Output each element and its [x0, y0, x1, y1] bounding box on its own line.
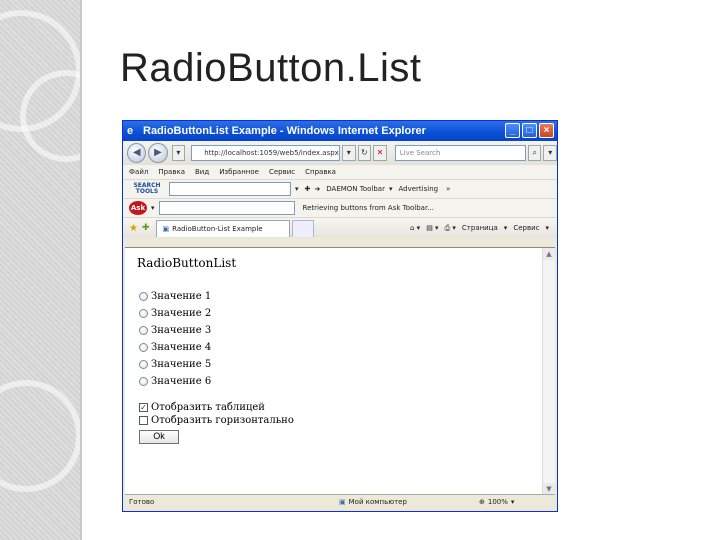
status-text: Готово [129, 498, 155, 506]
slide-title: RadioButton.List [120, 46, 422, 90]
menu-favorites[interactable]: Избранное [219, 168, 259, 176]
radio-label: Значение 2 [151, 308, 212, 319]
page-menu-arrow-icon[interactable]: ▾ [504, 224, 508, 232]
address-row: ◀ ▶ ▾ http://localhost:1059/web5/index.a… [123, 141, 558, 165]
address-input[interactable]: http://localhost:1059/web5/index.aspx [191, 145, 341, 161]
radio-label: Значение 4 [151, 342, 212, 353]
radio-item[interactable]: Значение 6 [139, 373, 211, 390]
stop-icon[interactable]: ✕ [373, 145, 387, 161]
ask-status-text: Retrieving buttons from Ask Toolbar... [302, 204, 434, 212]
radio-button[interactable] [139, 360, 148, 369]
page-menu[interactable]: Страница [462, 224, 498, 232]
radio-item[interactable]: Значение 4 [139, 339, 211, 356]
window-title: RadioButtonList Example - Windows Intern… [143, 125, 426, 137]
add-favorite-icon[interactable]: ✚ [142, 223, 150, 233]
toolbar-arrow-icon[interactable]: ▾ [295, 185, 299, 193]
window-titlebar[interactable]: e RadioButtonList Example - Windows Inte… [123, 121, 557, 141]
menu-tools[interactable]: Сервис [269, 168, 295, 176]
slide-decoration [0, 0, 80, 540]
checkbox-unchecked[interactable] [139, 416, 148, 425]
zoom-icon: ⊕ [479, 498, 485, 506]
radio-button[interactable] [139, 326, 148, 335]
radio-label: Значение 1 [151, 291, 212, 302]
menu-edit[interactable]: Правка [158, 168, 185, 176]
zone-label: Мой компьютер [348, 498, 407, 506]
forward-button[interactable]: ▶ [148, 143, 168, 163]
search-toolbar: SEARCH TOOLS ▾ ✚ ➜ DAEMON Toolbar ▾ Adve… [123, 179, 557, 198]
radio-item[interactable]: Значение 3 [139, 322, 211, 339]
menu-file[interactable]: Файл [129, 168, 148, 176]
tab-radiobuttonlist[interactable]: ▣ RadioButton-List Example [155, 219, 290, 237]
toolbar-pin-icon[interactable]: ✚ [305, 185, 311, 193]
menu-help[interactable]: Справка [305, 168, 336, 176]
page-content: RadioButtonList Значение 1 Значение 2 Зн… [125, 247, 555, 495]
vertical-scrollbar[interactable]: ▲ ▼ [542, 248, 555, 495]
history-dropdown[interactable]: ▾ [171, 145, 186, 161]
favorites-star-icon[interactable]: ★ [129, 223, 138, 234]
toolbar-badge: SEARCH TOOLS [133, 182, 161, 195]
radio-button[interactable] [139, 292, 148, 301]
tab-label: RadioButton-List Example [172, 224, 263, 233]
back-button[interactable]: ◀ [127, 143, 147, 163]
search-icon[interactable]: ⌕ [527, 145, 542, 161]
radio-list: Значение 1 Значение 2 Значение 3 Значени… [139, 288, 211, 390]
minimize-button[interactable]: _ [505, 123, 520, 138]
zoom-level: 100% [487, 498, 508, 506]
page-icon: ▣ [162, 224, 170, 233]
radio-button[interactable] [139, 309, 148, 318]
radio-button[interactable] [139, 377, 148, 386]
checkbox-table[interactable]: ✓ Отобразить таблицей [139, 401, 294, 414]
radio-button[interactable] [139, 343, 148, 352]
radio-item[interactable]: Значение 1 [139, 288, 211, 305]
tab-row: ★ ✚ ▣ RadioButton-List Example ⌂ ▾ ▤ ▾ ⎙… [123, 217, 557, 238]
toolbar-more-icon[interactable]: » [446, 185, 450, 193]
radio-item[interactable]: Значение 2 [139, 305, 211, 322]
maximize-button[interactable]: □ [522, 123, 537, 138]
option-checkboxes: ✓ Отобразить таблицей Отобразить горизонт… [139, 401, 294, 427]
ie-icon: e [127, 125, 134, 137]
slide-divider [80, 0, 82, 540]
toolbar-dropdown-icon[interactable]: ▾ [389, 185, 393, 193]
zoom-control[interactable]: ⊕ 100% ▾ [479, 498, 514, 506]
refresh-icon[interactable]: ↻ [357, 145, 372, 161]
status-bar: Готово ▣ Мой компьютер ⊕ 100% ▾ [125, 494, 555, 509]
toolbar-go-icon[interactable]: ➜ [314, 185, 320, 193]
checkbox-label: Отобразить горизонтально [151, 415, 294, 426]
checkbox-horizontal[interactable]: Отобразить горизонтально [139, 414, 294, 427]
new-tab-button[interactable] [291, 219, 314, 237]
checkbox-label: Отобразить таблицей [151, 402, 265, 413]
ask-logo: Ask [129, 201, 147, 215]
zoom-dropdown-icon[interactable]: ▾ [511, 498, 515, 506]
address-dropdown[interactable]: ▾ [342, 145, 356, 161]
ask-dropdown-icon[interactable]: ▾ [151, 204, 155, 212]
page-heading: RadioButtonList [137, 256, 237, 270]
radio-item[interactable]: Значение 5 [139, 356, 211, 373]
print-icon[interactable]: ⎙ ▾ [445, 224, 456, 233]
ask-search-input[interactable] [158, 201, 295, 215]
search-input[interactable]: Live Search [394, 145, 526, 161]
tools-menu[interactable]: Сервис [513, 224, 539, 232]
radio-label: Значение 5 [151, 359, 212, 370]
ask-toolbar: Ask ▾ Retrieving buttons from Ask Toolba… [123, 198, 557, 217]
home-icon[interactable]: ⌂ ▾ [410, 224, 420, 232]
feeds-icon[interactable]: ▤ ▾ [426, 224, 438, 232]
tools-menu-arrow-icon[interactable]: ▾ [545, 224, 549, 232]
radio-label: Значение 6 [151, 376, 212, 387]
menu-bar: Файл Правка Вид Избранное Сервис Справка [123, 165, 557, 179]
toolbar-combo[interactable] [169, 182, 291, 196]
computer-icon: ▣ [339, 498, 346, 506]
security-zone: ▣ Мой компьютер [339, 498, 479, 506]
scroll-up-icon[interactable]: ▲ [543, 248, 555, 260]
browser-window: e RadioButtonList Example - Windows Inte… [122, 120, 558, 512]
search-options[interactable]: ▾ [543, 145, 558, 161]
checkbox-checked[interactable]: ✓ [139, 403, 148, 412]
menu-view[interactable]: Вид [195, 168, 209, 176]
radio-label: Значение 3 [151, 325, 212, 336]
advertising-link[interactable]: Advertising [398, 185, 438, 193]
daemon-toolbar-link[interactable]: DAEMON Toolbar [326, 185, 385, 193]
close-button[interactable]: × [539, 123, 554, 138]
ok-button[interactable]: Ok [139, 430, 179, 444]
